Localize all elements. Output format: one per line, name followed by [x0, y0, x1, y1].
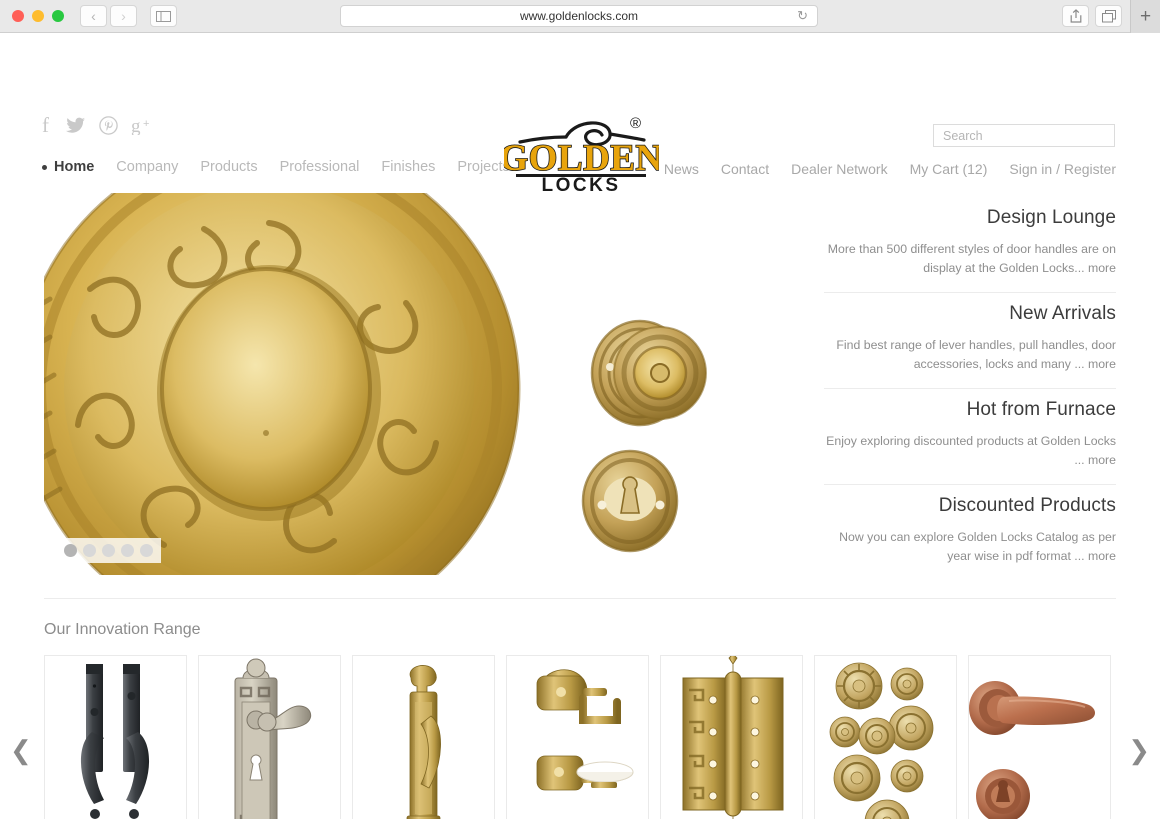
- promo-panel-design-lounge[interactable]: Design Lounge More than 500 different st…: [824, 197, 1116, 294]
- hero-carousel[interactable]: [44, 193, 804, 575]
- brass-pull-handle-image: [353, 656, 494, 819]
- decorative-door-hinge-image: [661, 656, 802, 819]
- panel-title: Hot from Furnace: [966, 399, 1116, 421]
- nav-item-projects[interactable]: Projects: [457, 159, 509, 175]
- panel-text: Now you can explore Golden Locks Catalog…: [839, 530, 1116, 564]
- product-carousel: ❮ ❯: [0, 655, 1160, 819]
- toolbar-right-buttons: [1062, 5, 1122, 27]
- maximize-window-button[interactable]: [52, 10, 64, 22]
- panel-text: Enjoy exploring discounted products at G…: [826, 434, 1116, 468]
- tabs-icon: [1101, 9, 1116, 22]
- nav-label: Home: [54, 159, 95, 175]
- web-page: f g + Home Company Products Professional…: [0, 33, 1160, 819]
- rosette-knob-collection-image: [815, 656, 956, 819]
- reload-icon[interactable]: ↻: [797, 8, 808, 24]
- window-controls: [12, 10, 64, 22]
- hero-row: Design Lounge More than 500 different st…: [0, 193, 1160, 580]
- sidebar-toggle-button[interactable]: [150, 5, 177, 27]
- carousel-dot-5[interactable]: [140, 544, 153, 557]
- facebook-icon[interactable]: f: [42, 113, 53, 140]
- product-card-lever-handle-on-backplate[interactable]: [198, 655, 341, 819]
- promo-panel-new-arrivals[interactable]: New Arrivals Find best range of lever ha…: [824, 293, 1116, 390]
- golden-locks-logo-icon: ® GOLDEN LOCKS: [504, 115, 659, 193]
- carousel-dot-2[interactable]: [83, 544, 96, 557]
- share-button[interactable]: [1062, 5, 1089, 27]
- search-input[interactable]: [933, 124, 1115, 147]
- svg-text:+: +: [143, 118, 149, 130]
- googleplus-icon[interactable]: g +: [131, 116, 152, 139]
- panel-text: Find best range of lever handles, pull h…: [836, 338, 1116, 372]
- svg-text:f: f: [42, 115, 49, 136]
- svg-text:g: g: [131, 116, 141, 135]
- pinterest-icon[interactable]: [99, 116, 118, 139]
- svg-text:®: ®: [630, 115, 641, 132]
- carousel-dot-1[interactable]: [64, 544, 77, 557]
- show-tabs-button[interactable]: [1095, 5, 1122, 27]
- close-window-button[interactable]: [12, 10, 24, 22]
- active-dot-icon: [42, 164, 47, 170]
- carousel-next-arrow[interactable]: ❯: [1128, 737, 1150, 763]
- url-text: www.goldenlocks.com: [519, 9, 639, 23]
- section-divider: [44, 598, 1116, 600]
- share-icon: [1070, 9, 1081, 23]
- svg-text:GOLDEN: GOLDEN: [504, 138, 659, 179]
- iron-pull-handle-pair-image: [45, 656, 186, 819]
- carousel-dot-3[interactable]: [102, 544, 115, 557]
- utilnav-item-sign-in-register[interactable]: Sign in / Register: [1009, 161, 1116, 177]
- carousel-dot-4[interactable]: [121, 544, 134, 557]
- forward-button[interactable]: ›: [110, 5, 137, 27]
- panel-text: More than 500 different styles of door h…: [827, 242, 1116, 276]
- product-card-rosette-knob-collection[interactable]: [814, 655, 957, 819]
- browser-toolbar: ‹ › www.goldenlocks.com ↻ +: [0, 0, 1160, 33]
- twitter-icon[interactable]: [66, 117, 86, 139]
- promo-sidebar: Design Lounge More than 500 different st…: [824, 193, 1116, 580]
- utilnav-item-dealer-network[interactable]: Dealer Network: [791, 161, 887, 177]
- social-links: f g +: [42, 113, 152, 140]
- nav-item-finishes[interactable]: Finishes: [381, 159, 435, 175]
- svg-text:LOCKS: LOCKS: [542, 175, 621, 193]
- promo-panel-discounted-products[interactable]: Discounted Products Now you can explore …: [824, 485, 1116, 580]
- bathroom-accessories-set-image: [507, 656, 648, 819]
- back-button[interactable]: ‹: [80, 5, 107, 27]
- nav-item-company[interactable]: Company: [116, 159, 178, 175]
- product-card-bathroom-accessories-set[interactable]: [506, 655, 649, 819]
- hero-image: [44, 193, 804, 575]
- utilnav-item-my-cart[interactable]: My Cart (12): [910, 161, 988, 177]
- sidebar-icon: [156, 10, 171, 22]
- browser-window: ‹ › www.goldenlocks.com ↻ + f g + Home C…: [0, 0, 1160, 819]
- site-header: f g + Home Company Products Professional…: [0, 33, 1160, 193]
- product-card-iron-pull-handle-pair[interactable]: [44, 655, 187, 819]
- nav-item-professional[interactable]: Professional: [280, 159, 360, 175]
- promo-panel-hot-from-furnace[interactable]: Hot from Furnace Enjoy exploring discoun…: [824, 389, 1116, 486]
- carousel-prev-arrow[interactable]: ❮: [10, 737, 32, 763]
- panel-title: Discounted Products: [938, 495, 1116, 517]
- minimize-window-button[interactable]: [32, 10, 44, 22]
- site-logo[interactable]: ® GOLDEN LOCKS: [504, 111, 659, 193]
- carousel-dots: [56, 538, 161, 563]
- product-card-brass-pull-handle[interactable]: [352, 655, 495, 819]
- new-tab-button[interactable]: +: [1130, 0, 1160, 33]
- innovation-range-title: Our Innovation Range: [44, 621, 201, 639]
- product-card-decorative-door-hinge[interactable]: [660, 655, 803, 819]
- main-navigation: Home Company Products Professional Finis…: [42, 159, 510, 175]
- navigation-buttons: ‹ ›: [80, 5, 137, 27]
- nav-item-home[interactable]: Home: [42, 159, 94, 175]
- lever-handle-on-backplate-image: [199, 656, 340, 819]
- nav-item-products[interactable]: Products: [200, 159, 257, 175]
- utilnav-item-contact[interactable]: Contact: [721, 161, 769, 177]
- utilnav-item-news[interactable]: News: [664, 161, 699, 177]
- panel-title: New Arrivals: [1009, 303, 1116, 325]
- product-card-copper-lever-handle-set[interactable]: [968, 655, 1111, 819]
- copper-lever-handle-set-image: [969, 656, 1110, 819]
- address-bar[interactable]: www.goldenlocks.com ↻: [340, 5, 818, 27]
- utility-navigation: News Contact Dealer Network My Cart (12)…: [664, 161, 1116, 177]
- panel-title: Design Lounge: [986, 207, 1116, 228]
